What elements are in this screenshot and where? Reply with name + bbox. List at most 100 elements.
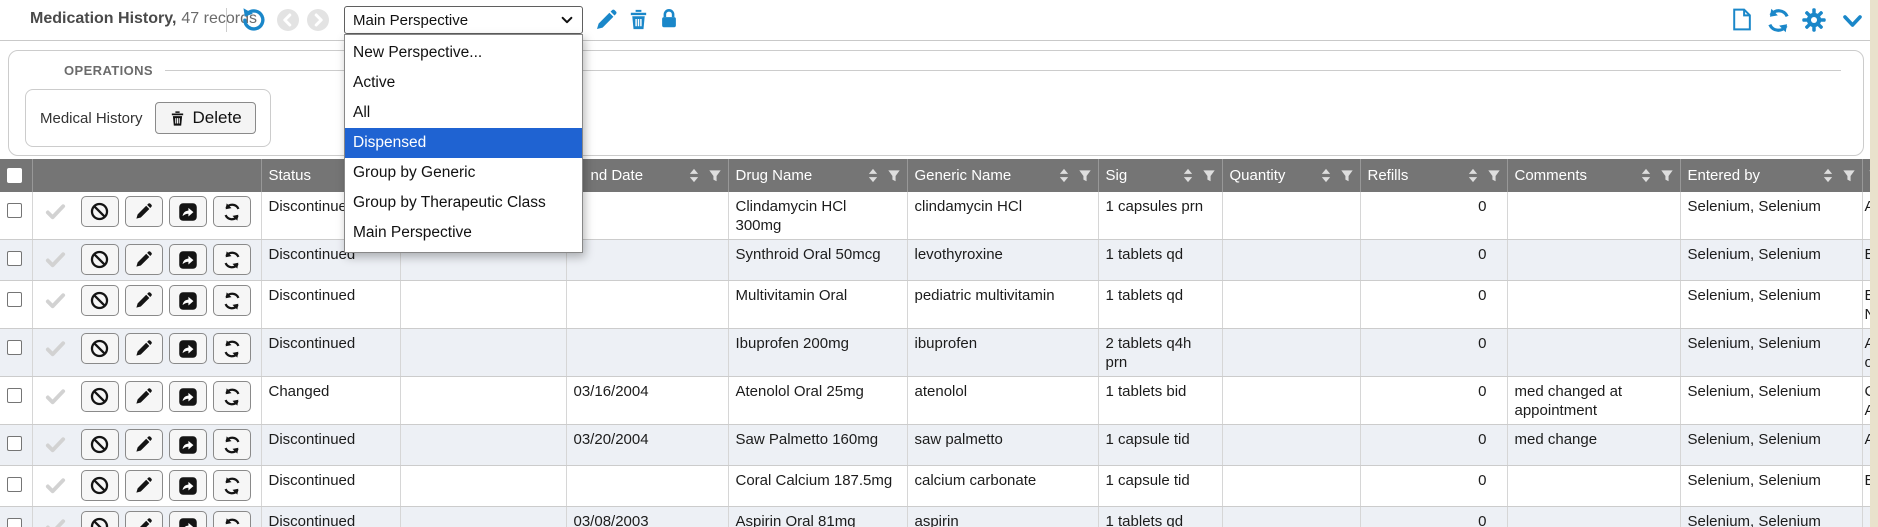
dropdown-item[interactable]: Active — [345, 68, 582, 98]
dropdown-item[interactable]: All — [345, 98, 582, 128]
forward-button[interactable] — [169, 244, 207, 275]
refresh-button[interactable] — [213, 285, 251, 316]
column-header-generic-name[interactable]: Generic Name — [907, 159, 1098, 192]
filter-funnel-icon[interactable] — [1660, 169, 1674, 183]
refresh-button[interactable] — [213, 244, 251, 275]
row-checkbox[interactable] — [7, 436, 22, 451]
select-all-checkbox[interactable] — [7, 168, 22, 183]
refresh-button[interactable] — [213, 470, 251, 501]
refresh-button[interactable] — [213, 511, 251, 527]
dropdown-item[interactable]: Main Perspective — [345, 218, 582, 248]
row-actions-cell — [32, 329, 261, 377]
sort-icon[interactable] — [1822, 168, 1834, 183]
refresh-button[interactable] — [213, 196, 251, 227]
settings-gear-icon[interactable] — [1801, 7, 1827, 33]
delete-button[interactable]: Delete — [155, 102, 256, 134]
nav-forward-icon[interactable] — [306, 8, 330, 32]
delete-perspective-trash-icon[interactable] — [627, 8, 650, 31]
pencil-button[interactable] — [125, 196, 163, 227]
ban-button[interactable] — [81, 470, 119, 501]
sort-icon[interactable] — [1058, 168, 1070, 183]
column-header-comments[interactable]: Comments — [1507, 159, 1680, 192]
column-header-sig[interactable]: Sig — [1098, 159, 1222, 192]
operations-legend-text: OPERATIONS — [64, 63, 153, 78]
ban-button[interactable] — [81, 333, 119, 364]
sort-icon[interactable] — [688, 168, 700, 183]
row-checkbox[interactable] — [7, 388, 22, 403]
cell-drug-name: Atenolol Oral 25mg — [728, 377, 907, 425]
lock-perspective-icon[interactable] — [658, 8, 680, 30]
perspective-select[interactable]: Main Perspective — [344, 6, 583, 34]
new-document-icon[interactable] — [1729, 7, 1754, 32]
approved-check-icon — [37, 285, 75, 316]
ban-icon — [89, 475, 110, 496]
approved-check-icon — [37, 381, 75, 412]
row-checkbox[interactable] — [7, 477, 22, 492]
column-header-end-date[interactable]: nd Date — [566, 159, 728, 192]
pencil-button[interactable] — [125, 333, 163, 364]
refresh-button[interactable] — [213, 429, 251, 460]
cell-drug-name: Ibuprofen 200mg — [728, 329, 907, 377]
filter-funnel-icon[interactable] — [1842, 169, 1856, 183]
cell-entered-by: Selenium, Selenium — [1680, 192, 1862, 240]
filter-funnel-icon[interactable] — [1340, 169, 1354, 183]
row-checkbox[interactable] — [7, 203, 22, 218]
operations-group-label: Medical History — [40, 110, 143, 127]
ban-button[interactable] — [81, 196, 119, 227]
filter-funnel-icon[interactable] — [1487, 169, 1501, 183]
dropdown-item[interactable]: New Perspective... — [345, 38, 582, 68]
dropdown-item[interactable]: Group by Therapeutic Class — [345, 188, 582, 218]
nav-back-icon[interactable] — [276, 8, 300, 32]
medication-table: Statusnd DateDrug NameGeneric NameSigQua… — [0, 159, 1872, 527]
column-header-drug-name[interactable]: Drug Name — [728, 159, 907, 192]
refresh-icon[interactable] — [1765, 7, 1792, 34]
forward-button[interactable] — [169, 429, 207, 460]
row-checkbox[interactable] — [7, 292, 22, 307]
forward-button[interactable] — [169, 333, 207, 364]
pencil-button[interactable] — [125, 511, 163, 527]
sort-icon[interactable] — [1640, 168, 1652, 183]
row-checkbox[interactable] — [7, 518, 22, 527]
refresh-button[interactable] — [213, 333, 251, 364]
collapse-chevron-icon[interactable] — [1839, 9, 1866, 33]
edit-perspective-pencil-icon[interactable] — [594, 8, 618, 32]
column-header-refills[interactable]: Refills — [1360, 159, 1507, 192]
sort-icon[interactable] — [867, 168, 879, 183]
pencil-button[interactable] — [125, 285, 163, 316]
refresh-button[interactable] — [213, 381, 251, 412]
forward-button[interactable] — [169, 381, 207, 412]
ban-button[interactable] — [81, 381, 119, 412]
cell-start-date — [400, 281, 566, 329]
cell-entered-by: Selenium, Selenium — [1680, 377, 1862, 425]
cell-end-date — [566, 192, 728, 240]
filter-funnel-icon[interactable] — [708, 169, 722, 183]
sort-icon[interactable] — [1182, 168, 1194, 183]
toolbar-divider — [226, 8, 227, 32]
row-checkbox[interactable] — [7, 340, 22, 355]
ban-button[interactable] — [81, 244, 119, 275]
cell-comments: med changed at appointment — [1507, 377, 1680, 425]
filter-funnel-icon[interactable] — [887, 169, 901, 183]
sort-icon[interactable] — [1467, 168, 1479, 183]
pencil-button[interactable] — [125, 381, 163, 412]
row-checkbox[interactable] — [7, 251, 22, 266]
dropdown-item[interactable]: Group by Generic — [345, 158, 582, 188]
forward-button[interactable] — [169, 470, 207, 501]
filter-funnel-icon[interactable] — [1202, 169, 1216, 183]
ban-button[interactable] — [81, 429, 119, 460]
forward-button[interactable] — [169, 511, 207, 527]
pencil-button[interactable] — [125, 244, 163, 275]
undo-icon[interactable] — [240, 6, 267, 33]
column-header-quantity[interactable]: Quantity — [1222, 159, 1360, 192]
pencil-button[interactable] — [125, 470, 163, 501]
forward-button[interactable] — [169, 196, 207, 227]
cell-sig: 1 tablets qd — [1098, 240, 1222, 281]
sort-icon[interactable] — [1320, 168, 1332, 183]
column-header-entered-by[interactable]: Entered by — [1680, 159, 1862, 192]
dropdown-item[interactable]: Dispensed — [345, 128, 582, 158]
forward-button[interactable] — [169, 285, 207, 316]
ban-button[interactable] — [81, 511, 119, 527]
filter-funnel-icon[interactable] — [1078, 169, 1092, 183]
pencil-button[interactable] — [125, 429, 163, 460]
ban-button[interactable] — [81, 285, 119, 316]
